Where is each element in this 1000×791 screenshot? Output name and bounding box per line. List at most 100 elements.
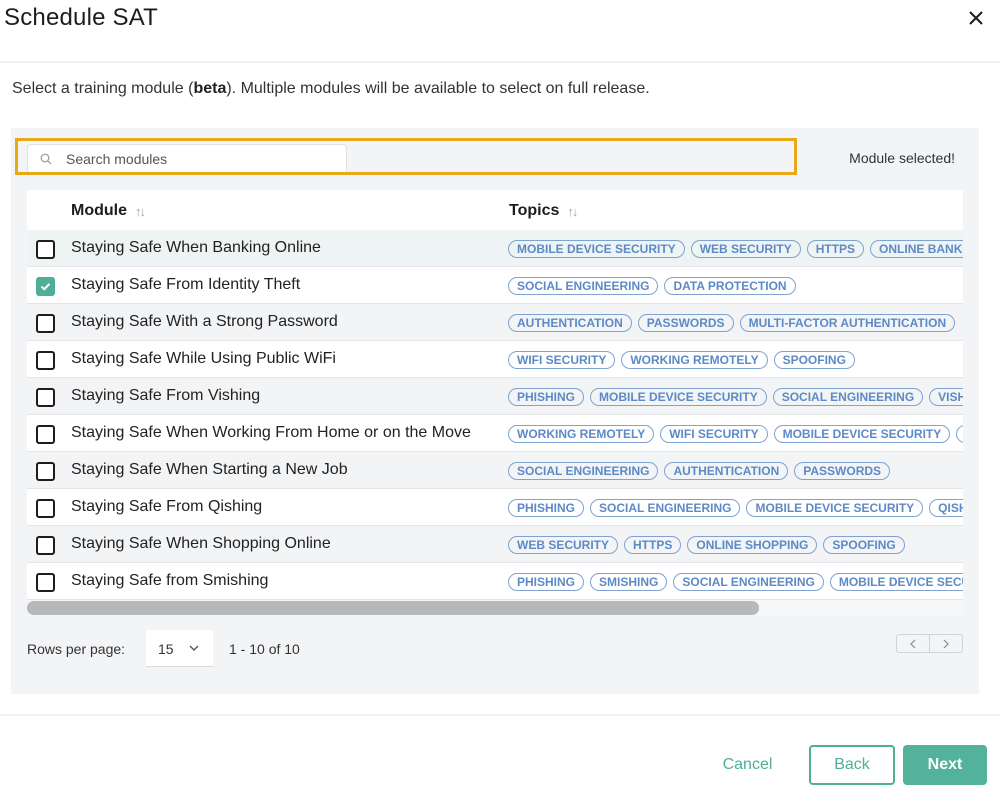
topic-list: PHISHING SMISHING SOCIAL ENGINEERING MOBILE…: [508, 573, 963, 591]
topic-tag: ONLINE BANKI: [870, 240, 963, 258]
search-icon: [40, 153, 52, 165]
table-row[interactable]: Staying Safe from Smishing PHISHING SMISHI…: [27, 563, 963, 600]
topic-tag: MOBILE DEVICE SECURITY: [746, 499, 924, 517]
topic-tag: MOBILE DEVICE SECU: [829, 573, 963, 591]
topic-tag: HTTPS: [806, 240, 865, 258]
module-name: Staying Safe With a Strong Password: [71, 313, 338, 330]
column-header-module[interactable]: Module ↑↓: [71, 202, 146, 220]
sort-icon: ↑↓: [567, 203, 578, 219]
topic-tag: PASSWORDS: [794, 462, 891, 480]
next-page-button[interactable]: [930, 635, 962, 652]
topic-tag: [956, 425, 963, 443]
next-button[interactable]: Next: [903, 745, 987, 785]
chevron-left-icon: [910, 639, 916, 648]
table-row[interactable]: Staying Safe When Banking Online MOBILE D…: [27, 230, 963, 267]
chevron-down-icon: [189, 645, 199, 651]
column-label: Module: [71, 202, 127, 219]
checkbox[interactable]: [36, 240, 55, 259]
table-row[interactable]: Staying Safe When Shopping Online WEB SEC…: [27, 526, 963, 563]
checkbox[interactable]: [36, 388, 55, 407]
table-row[interactable]: Staying Safe While Using Public WiFi WIFI…: [27, 341, 963, 378]
topic-tag: WORKING REMOTELY: [508, 425, 655, 443]
topic-tag: WIFI SECURITY: [660, 425, 768, 443]
topic-tag: WEB SECURITY: [690, 240, 801, 258]
horizontal-scrollbar[interactable]: [27, 600, 963, 616]
table-row[interactable]: Staying Safe When Starting a New Job SOCI…: [27, 452, 963, 489]
cancel-button[interactable]: Cancel: [705, 745, 790, 785]
topic-tag: SOCIAL ENGINEERING: [772, 388, 924, 406]
topic-tag: SOCIAL ENGINEERING: [673, 573, 824, 591]
topic-tag: SOCIAL ENGINEERING: [508, 462, 659, 480]
prev-page-button[interactable]: [897, 635, 930, 652]
topic-tag: MOBILE DEVICE SECURITY: [773, 425, 951, 443]
dialog-footer: Cancel Back Next: [0, 714, 1000, 791]
module-name: Staying Safe When Starting a New Job: [71, 461, 348, 478]
topic-tag: PHISHING: [508, 573, 585, 591]
table-row[interactable]: Staying Safe From Qishing PHISHING SOCIAL …: [27, 489, 963, 526]
topic-tag: SPOOFING: [823, 536, 905, 554]
topic-tag: PHISHING: [508, 499, 585, 517]
rows-per-page-select[interactable]: 15: [146, 630, 213, 667]
module-name: Staying Safe From Qishing: [71, 498, 263, 515]
topic-list: WORKING REMOTELY WIFI SECURITY MOBILE DEVI…: [508, 425, 963, 443]
topic-tag: MULTI-FACTOR AUTHENTICATION: [739, 314, 956, 332]
intro-after: ). Multiple modules will be available to…: [226, 80, 650, 97]
module-panel: Module selected! Module ↑↓ Topics ↑↓ Sta…: [11, 128, 979, 694]
topic-tag: SPOOFING: [773, 351, 855, 369]
topic-list: AUTHENTICATION PASSWORDS MULTI-FACTOR AUTH…: [508, 314, 956, 332]
module-name: Staying Safe From Vishing: [71, 387, 261, 404]
topic-tag: SOCIAL ENGINEERING: [508, 277, 659, 295]
checkbox-checked[interactable]: [36, 277, 55, 296]
table-row[interactable]: Staying Safe From Vishing PHISHING MOBILE …: [27, 378, 963, 415]
checkbox[interactable]: [36, 425, 55, 444]
topic-list: WEB SECURITY HTTPS ONLINE SHOPPING SPOOFING: [508, 536, 905, 554]
topic-list: PHISHING SOCIAL ENGINEERING MOBILE DEVICE …: [508, 499, 963, 517]
module-name: Staying Safe from Smishing: [71, 572, 269, 589]
checkbox[interactable]: [36, 573, 55, 592]
column-label: Topics: [509, 202, 560, 219]
scrollbar-thumb[interactable]: [27, 601, 759, 615]
check-icon: [40, 283, 51, 291]
topic-tag: MOBILE DEVICE SECURITY: [590, 388, 767, 406]
topic-tag: ONLINE SHOPPING: [687, 536, 818, 554]
topic-tag: PASSWORDS: [637, 314, 734, 332]
topic-tag: HTTPS: [624, 536, 682, 554]
table-row[interactable]: Staying Safe From Identity Theft SOCIAL E…: [27, 267, 963, 304]
pagination-range: 1 - 10 of 10: [229, 641, 300, 657]
chevron-right-icon: [943, 639, 949, 648]
module-name: Staying Safe When Shopping Online: [71, 535, 331, 552]
checkbox[interactable]: [36, 351, 55, 370]
rows-per-page-value: 15: [158, 641, 174, 657]
table-row[interactable]: Staying Safe With a Strong Password AUTHE…: [27, 304, 963, 341]
module-name: Staying Safe When Working From Home or o…: [71, 424, 471, 441]
close-button[interactable]: [964, 6, 988, 30]
search-box[interactable]: [27, 144, 347, 174]
checkbox[interactable]: [36, 314, 55, 333]
topic-list: WIFI SECURITY WORKING REMOTELY SPOOFING: [508, 351, 855, 369]
module-name: Staying Safe From Identity Theft: [71, 276, 301, 293]
checkbox[interactable]: [36, 499, 55, 518]
topic-tag: WIFI SECURITY: [508, 351, 616, 369]
status-message: Module selected!: [849, 150, 955, 166]
rows-per-page-label: Rows per page:: [27, 641, 126, 657]
column-header-topics[interactable]: Topics ↑↓: [509, 202, 578, 220]
topic-list: SOCIAL ENGINEERING AUTHENTICATION PASSWORD…: [508, 462, 891, 480]
back-button[interactable]: Back: [809, 745, 895, 785]
checkbox[interactable]: [36, 536, 55, 555]
table-row[interactable]: Staying Safe When Working From Home or o…: [27, 415, 963, 452]
topic-tag: DATA PROTECTION: [664, 277, 796, 295]
topic-tag: PHISHING: [508, 388, 585, 406]
sort-icon: ↑↓: [135, 203, 146, 219]
topic-list: MOBILE DEVICE SECURITY WEB SECURITY HTTPS O…: [508, 240, 963, 258]
modules-table: Module ↑↓ Topics ↑↓ Staying Safe When Ba…: [27, 190, 963, 616]
topic-list: PHISHING MOBILE DEVICE SECURITY SOCIAL ENG…: [508, 388, 963, 406]
table-header: Module ↑↓ Topics ↑↓: [27, 190, 963, 230]
topic-tag: AUTHENTICATION: [508, 314, 632, 332]
checkbox[interactable]: [36, 462, 55, 481]
topic-tag: SMISHING: [590, 573, 668, 591]
intro-before: Select a training module (: [12, 80, 194, 97]
module-name: Staying Safe While Using Public WiFi: [71, 350, 336, 367]
pagination-nav: [896, 634, 963, 653]
topic-tag: MOBILE DEVICE SECURITY: [508, 240, 685, 258]
search-input[interactable]: [64, 145, 340, 173]
